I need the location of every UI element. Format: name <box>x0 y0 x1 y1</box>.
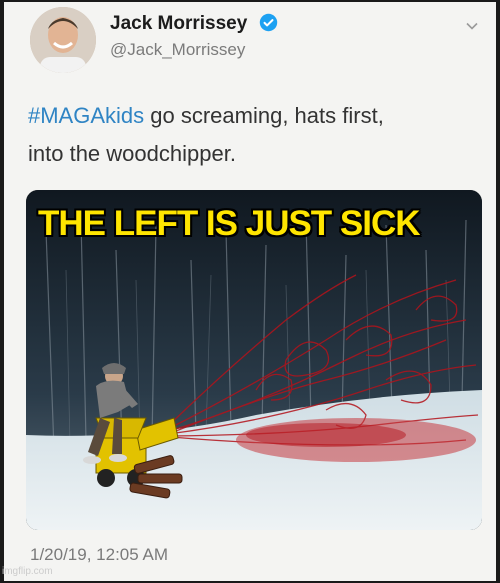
imgflip-watermark: imgflip.com <box>2 566 53 577</box>
avatar[interactable] <box>30 7 96 73</box>
tweet-image[interactable]: THE LEFT IS JUST SICK <box>26 190 482 530</box>
tweet-card: Jack Morrissey @Jack_Morrissey #MAGAkids… <box>4 2 496 581</box>
author-name[interactable]: Jack Morrissey <box>110 13 278 38</box>
hashtag-link[interactable]: #MAGAkids <box>28 103 144 128</box>
tweet-text: #MAGAkids go screaming, hats first, into… <box>28 103 384 166</box>
verified-badge-icon <box>259 13 278 38</box>
chevron-down-icon[interactable] <box>464 18 480 34</box>
meme-caption: THE LEFT IS JUST SICK <box>38 204 421 243</box>
author-handle[interactable]: @Jack_Morrissey <box>110 40 245 60</box>
tweet-timestamp[interactable]: 1/20/19, 12:05 AM <box>30 545 168 565</box>
